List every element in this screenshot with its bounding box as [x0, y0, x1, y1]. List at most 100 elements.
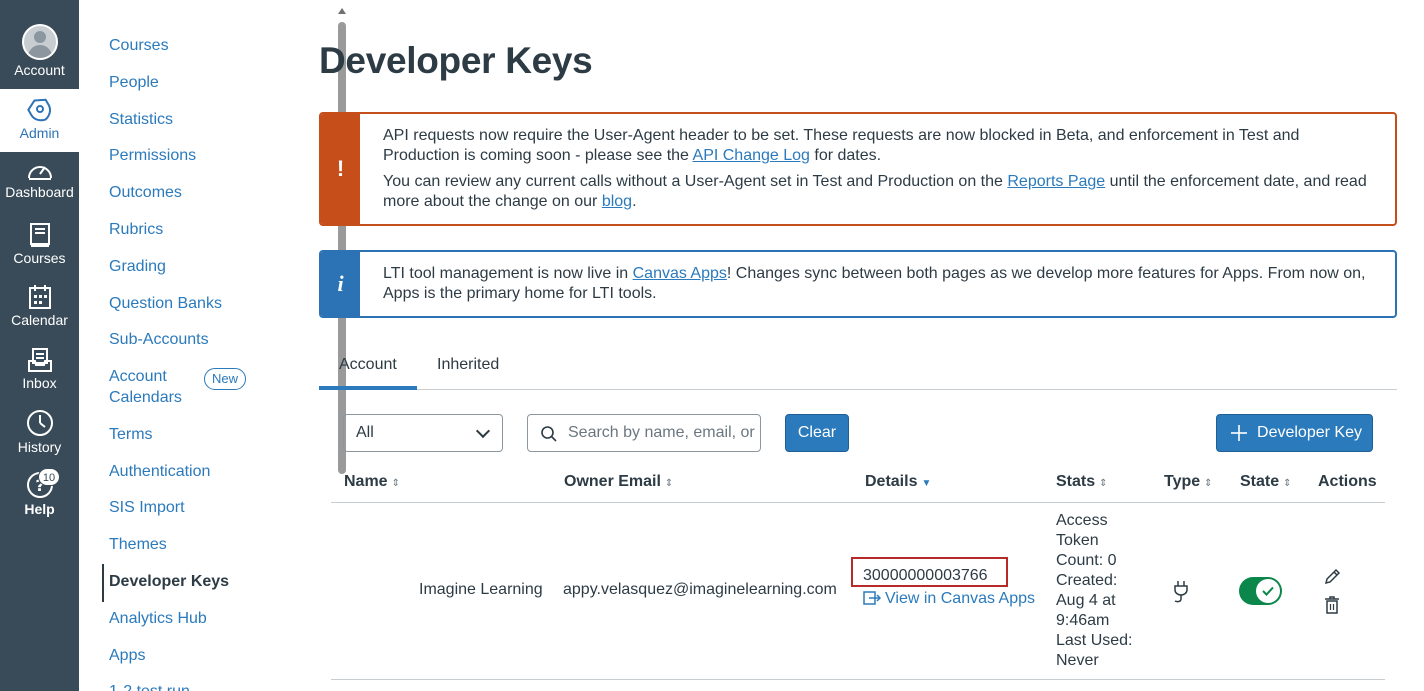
subnav-rubrics[interactable]: Rubrics: [109, 219, 163, 240]
column-header-type[interactable]: Type ⇕: [1164, 473, 1213, 491]
dashboard-icon: [27, 166, 52, 180]
key-name: Imagine Learning: [419, 581, 543, 598]
subnav-analytics-hub[interactable]: Analytics Hub: [109, 608, 207, 629]
edit-pencil-icon[interactable]: [1323, 568, 1341, 586]
global-nav-calendar[interactable]: Calendar: [0, 284, 79, 328]
view-in-canvas-apps-label: View in Canvas Apps: [885, 590, 1036, 607]
tab-active-indicator: [319, 386, 417, 390]
subnav-terms[interactable]: Terms: [109, 424, 153, 445]
sort-icon: ⇕: [1099, 478, 1108, 489]
sort-descending-icon: ▼: [921, 478, 932, 489]
calendar-icon: [28, 285, 51, 309]
warning-text-2a: You can review any current calls without…: [383, 173, 1008, 190]
column-header-actions: Actions: [1318, 473, 1377, 490]
user-agent-warning-alert: ! API requests now require the User-Agen…: [319, 112, 1397, 226]
column-header-state[interactable]: State ⇕: [1240, 473, 1292, 491]
subnav-outcomes[interactable]: Outcomes: [109, 182, 182, 203]
global-nav-calendar-label: Calendar: [11, 312, 68, 328]
info-alert-body: LTI tool management is now live in Canva…: [383, 264, 1375, 310]
subnav-developer-keys[interactable]: Developer Keys: [109, 571, 229, 592]
checkmark-icon: [1262, 586, 1274, 596]
subnav-test-run[interactable]: 1-2 test run: [109, 681, 190, 691]
sort-icon: ⇕: [1204, 478, 1213, 489]
account-sub-nav: Courses People Statistics Permissions Ou…: [79, 0, 346, 691]
warning-icon: !: [321, 114, 360, 224]
global-nav-inbox-label: Inbox: [22, 375, 57, 391]
page-title: Developer Keys: [319, 40, 593, 81]
api-change-log-link[interactable]: API Change Log: [693, 147, 810, 164]
global-nav-courses-label: Courses: [13, 250, 66, 266]
column-header-owner-email[interactable]: Owner Email ⇕: [564, 473, 673, 491]
global-nav-inbox[interactable]: Inbox: [0, 347, 79, 391]
subnav-people[interactable]: People: [109, 72, 159, 93]
subnav-authentication[interactable]: Authentication: [109, 461, 210, 482]
global-nav-dashboard[interactable]: Dashboard: [0, 160, 79, 200]
trash-icon[interactable]: [1324, 596, 1340, 614]
subnav-apps[interactable]: Apps: [109, 645, 145, 666]
column-header-stats-label: Stats: [1056, 473, 1096, 490]
search-input[interactable]: [568, 415, 758, 451]
inbox-icon: [27, 348, 52, 372]
subnav-active-indicator: [102, 564, 104, 602]
table-row-divider: [331, 679, 1385, 680]
column-header-owner-email-label: Owner Email: [564, 473, 661, 490]
global-nav-account[interactable]: Account: [0, 24, 79, 78]
add-developer-key-button[interactable]: Developer Key: [1216, 414, 1373, 452]
global-nav-history[interactable]: History: [0, 409, 79, 455]
external-apps-icon: [863, 591, 882, 605]
subnav-sis-import[interactable]: SIS Import: [109, 497, 185, 518]
scroll-up-arrow-icon[interactable]: [338, 8, 346, 14]
global-nav-admin[interactable]: Admin: [0, 89, 79, 152]
reports-page-link[interactable]: Reports Page: [1007, 173, 1105, 190]
toggle-knob: [1256, 579, 1280, 603]
subnav-themes[interactable]: Themes: [109, 534, 167, 555]
view-in-canvas-apps-link[interactable]: View in Canvas Apps: [863, 590, 1035, 608]
add-developer-key-label: Developer Key: [1257, 424, 1362, 441]
global-nav-account-label: Account: [14, 62, 65, 78]
subnav-permissions[interactable]: Permissions: [109, 145, 196, 166]
global-nav-admin-label: Admin: [19, 125, 60, 141]
canvas-apps-link[interactable]: Canvas Apps: [633, 265, 727, 282]
key-type-select[interactable]: All: [343, 414, 503, 452]
chevron-down-icon: [475, 423, 491, 439]
clear-button[interactable]: Clear: [785, 414, 849, 452]
column-header-stats[interactable]: Stats ⇕: [1056, 473, 1108, 491]
key-state-toggle[interactable]: [1239, 577, 1282, 605]
blog-link[interactable]: blog: [602, 193, 632, 210]
subnav-statistics[interactable]: Statistics: [109, 109, 173, 130]
subnav-question-banks[interactable]: Question Banks: [109, 293, 222, 314]
warning-paragraph-2: You can review any current calls without…: [383, 172, 1375, 212]
subnav-sub-accounts[interactable]: Sub-Accounts: [109, 329, 209, 350]
key-type-select-value: All: [356, 424, 374, 441]
info-text-a: LTI tool management is now live in: [383, 265, 633, 282]
global-nav-dashboard-label: Dashboard: [5, 184, 74, 200]
info-paragraph: LTI tool management is now live in Canva…: [383, 264, 1375, 304]
global-nav-history-label: History: [17, 439, 62, 455]
help-notification-badge: 10: [38, 468, 60, 486]
subnav-courses[interactable]: Courses: [109, 35, 169, 56]
column-header-type-label: Type: [1164, 473, 1201, 490]
search-box[interactable]: [527, 414, 761, 452]
subnav-grading[interactable]: Grading: [109, 256, 166, 277]
column-header-details-label: Details: [865, 473, 918, 490]
history-clock-icon: [26, 410, 53, 436]
courses-book-icon: [29, 223, 50, 247]
subnav-account-calendars-line1[interactable]: Account: [109, 366, 167, 387]
lti-plug-icon: [1174, 581, 1188, 603]
table-header-divider: [331, 502, 1385, 503]
column-header-details[interactable]: Details ▼: [865, 473, 931, 491]
subnav-scrollbar[interactable]: [336, 8, 348, 691]
column-header-name-label: Name: [344, 473, 388, 490]
tab-inherited[interactable]: Inherited: [437, 356, 499, 374]
sort-icon: ⇕: [391, 478, 400, 489]
sort-icon: ⇕: [664, 478, 674, 489]
key-stats: Access Token Count: 0 Created: Aug 4 at …: [1056, 512, 1133, 669]
column-header-state-label: State: [1240, 473, 1280, 490]
subnav-account-calendars-line2[interactable]: Calendars: [109, 387, 182, 408]
scrollbar-thumb[interactable]: [338, 22, 346, 474]
warning-text-1b: for dates.: [809, 147, 882, 164]
key-owner-email: appy.velasquez@imaginelearning.com: [563, 581, 837, 598]
tab-account[interactable]: Account: [339, 356, 397, 374]
column-header-name[interactable]: Name ⇕: [344, 473, 400, 491]
global-nav-courses[interactable]: Courses: [0, 222, 79, 266]
